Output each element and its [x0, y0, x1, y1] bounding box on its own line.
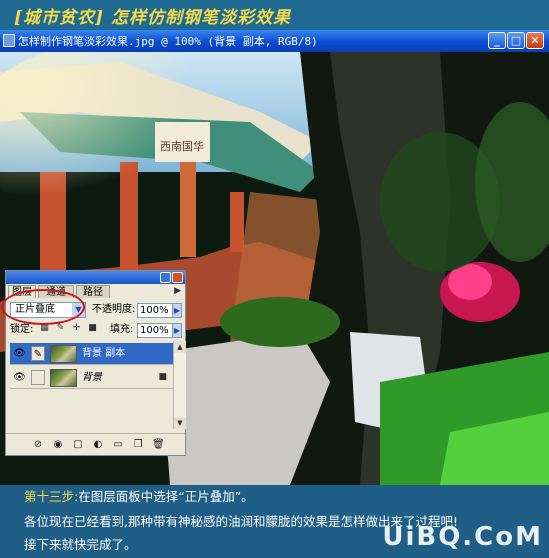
panel-bottom-toolbar: ⊘ ◉ ▢ ◐ ▭ ❐ 🗑 — [6, 433, 185, 456]
step-label: 第十三步: — [24, 489, 79, 504]
opacity-field[interactable]: 100% — [137, 303, 173, 318]
window-titlebar[interactable]: 怎样制作钢笔淡彩效果.jpg @ 100% (背景 副本, RGB/8) _ □… — [0, 30, 549, 52]
panel-close-button[interactable] — [172, 272, 183, 283]
layers-scrollbar[interactable]: ▲ ▼ — [173, 341, 186, 429]
lock-icon: ■ — [158, 372, 167, 382]
fill-label: 填充: — [110, 324, 134, 335]
header-banner: [城市贫农] 怎样仿制钢笔淡彩效果 — [0, 0, 549, 30]
fill-field[interactable]: 100% — [137, 323, 173, 338]
layer-name: 背景 副本 — [82, 348, 126, 359]
panel-titlebar[interactable] — [6, 271, 185, 284]
layer-style-icon[interactable]: ◉ — [52, 439, 64, 451]
watermark: UiBQ.CoM — [382, 522, 543, 552]
tab-paths[interactable]: 路径 — [76, 285, 110, 298]
panel-menu-icon[interactable]: ▶ — [174, 286, 181, 296]
document-icon — [3, 34, 15, 47]
scroll-up-icon[interactable]: ▲ — [174, 341, 186, 353]
scroll-down-icon[interactable]: ▼ — [174, 417, 186, 429]
maximize-button[interactable]: □ — [507, 32, 525, 49]
link-layers-icon[interactable]: ⊘ — [32, 439, 44, 451]
brush-icon[interactable]: ✎ — [31, 346, 45, 361]
link-slot[interactable] — [31, 370, 45, 385]
layer-thumbnail — [50, 369, 77, 387]
highlight-circle — [1, 289, 85, 325]
new-layer-icon[interactable]: ❐ — [132, 439, 144, 451]
panel-minimize-button[interactable] — [160, 272, 171, 283]
eye-icon[interactable]: 👁 — [12, 346, 27, 361]
new-fill-layer-icon[interactable]: ◐ — [92, 439, 104, 451]
new-group-icon[interactable]: ▭ — [112, 439, 124, 451]
eye-icon[interactable]: 👁 — [12, 370, 27, 385]
lock-all-icon[interactable]: ■ — [88, 324, 97, 333]
layer-row[interactable]: 👁 背景 ■ — [10, 367, 173, 389]
opacity-arrow-icon[interactable]: ▶ — [172, 303, 182, 318]
fill-arrow-icon[interactable]: ▶ — [172, 323, 182, 338]
delete-layer-icon[interactable]: 🗑 — [152, 439, 165, 451]
lock-label: 锁定: — [10, 324, 34, 335]
window-title: 怎样制作钢笔淡彩效果.jpg @ 100% (背景 副本, RGB/8) — [18, 35, 318, 48]
banner-title: [城市贫农] 怎样仿制钢笔淡彩效果 — [14, 8, 292, 28]
caption-text-1: 在图层面板中选择“正片叠加”。 — [78, 489, 254, 504]
layer-row[interactable]: 👁 ✎ 背景 副本 — [10, 343, 173, 365]
opacity-label: 不透明度: — [92, 304, 136, 315]
layer-thumbnail — [50, 345, 77, 363]
close-button[interactable]: ✕ — [526, 32, 544, 49]
caption-line-1: 第十三步:在图层面板中选择“正片叠加”。 — [24, 488, 544, 505]
lock-move-icon[interactable]: ✛ — [72, 324, 81, 333]
lock-transparency-icon[interactable]: ▦ — [40, 324, 49, 333]
layer-name: 背景 — [82, 372, 102, 383]
lock-paint-icon[interactable]: ✎ — [56, 324, 65, 333]
minimize-button[interactable]: _ — [488, 32, 506, 49]
add-mask-icon[interactable]: ▢ — [72, 439, 84, 451]
